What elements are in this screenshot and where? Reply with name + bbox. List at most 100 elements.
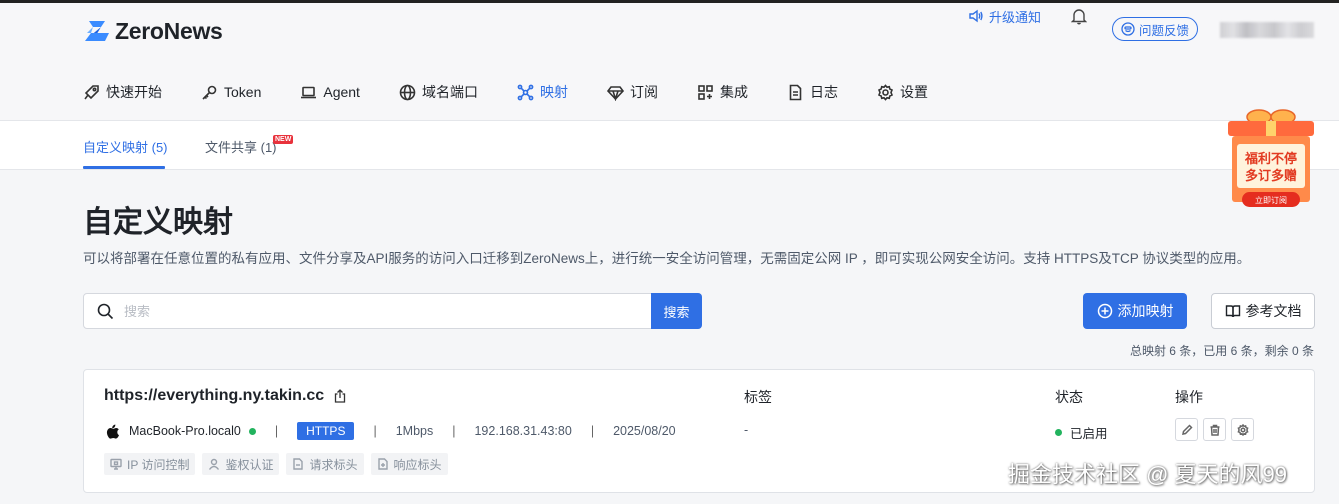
column-header-tags: 标签 [744,389,772,405]
file-icon [293,458,304,470]
mapping-url-text: https://everything.ny.takin.cc [104,387,325,404]
brand-logo[interactable]: ZeroNews [83,17,223,45]
upgrade-notice-label: 升级通知 [989,9,1042,25]
laptop-icon [301,86,317,98]
nav-item-label: 设置 [899,84,928,100]
mapping-meta-row: MacBook-Pro.local0 | HTTPS | 1Mbps | 192… [106,421,676,441]
main-nav: 快速开始 Token Agent 域名端口 映射 订阅 集成 日志 设置 [83,79,967,105]
key-icon [202,85,217,100]
gear-icon [877,83,893,101]
chip-label: 请求标头 [309,457,358,472]
chip-request-headers[interactable]: 请求标头 [286,453,364,475]
reference-docs-button[interactable]: 参考文档 [1211,293,1315,329]
promo-gift-banner[interactable]: 福利不停 多订多赠 立即订阅 [1226,108,1316,214]
feedback-button[interactable]: 问题反馈 [1112,17,1198,41]
nav-item-settings[interactable]: 设置 [877,82,928,102]
chip-auth[interactable]: 鉴权认证 [202,453,280,475]
add-mapping-label: 添加映射 [1117,303,1174,319]
column-header-status: 状态 [1055,389,1083,405]
promo-line2: 多订多赠 [1245,168,1297,184]
add-mapping-button[interactable]: 添加映射 [1083,293,1187,329]
user-account-blurred[interactable] [1220,22,1314,38]
smile-icon [1121,22,1135,36]
book-icon [1225,305,1240,318]
mapping-url[interactable]: https://everything.ny.takin.cc [104,387,347,405]
chip-response-headers[interactable]: 响应标头 [370,453,448,475]
promo-subscribe-button: 立即订阅 [1255,195,1287,205]
search-input[interactable] [124,294,644,328]
mapping-tags-value: - [744,423,749,437]
nav-item-agent[interactable]: Agent [300,84,360,101]
watermark-text: 掘金技术社区 @ 夏天的风99 [1008,462,1288,487]
gear-icon [1236,423,1249,436]
protocol-badge: HTTPS [297,422,355,440]
separator: | [590,424,595,438]
new-badge: NEW [273,135,294,144]
tab-file-share[interactable]: 文件共享 (1) [205,137,277,156]
nav-item-logs[interactable]: 日志 [787,82,838,102]
upgrade-notice-link[interactable]: 升级通知 [968,3,1041,29]
file-icon [377,458,388,470]
speaker-icon [969,9,983,23]
created-date: 2025/08/20 [613,424,676,438]
tab-custom-mapping[interactable]: 自定义映射 (5) [83,137,168,156]
mapping-feature-chips: IP 访问控制 鉴权认证 请求标头 响应标头 [104,453,455,475]
bell-icon[interactable] [1071,7,1087,25]
search-button[interactable]: 搜索 [651,293,702,329]
apple-icon [106,423,119,439]
grid-icon [698,84,713,100]
chip-ip-access-control[interactable]: IP 访问控制 [104,453,196,475]
target-address: 192.168.31.43:80 [474,424,572,438]
search-box [83,293,702,329]
rocket-icon [84,84,99,99]
chip-label: IP 访问控制 [127,457,190,472]
nav-item-domain-port[interactable]: 域名端口 [399,82,478,102]
zeronews-logo-icon [85,21,109,41]
agent-device-name[interactable]: MacBook-Pro.local0 [129,424,241,438]
chip-label: 响应标头 [393,457,442,472]
page-title: 自定义映射 [83,206,233,239]
reference-docs-label: 参考文档 [1245,303,1302,319]
nav-item-mapping[interactable]: 映射 [517,82,568,102]
nav-item-integration[interactable]: 集成 [697,82,748,102]
network-icon [517,84,534,100]
pencil-icon [1181,423,1193,435]
nav-item-quickstart[interactable]: 快速开始 [83,82,162,102]
monitor-lock-icon [110,458,122,470]
top-header: ZeroNews 升级通知 问题反馈 快速开始 Token Agent 域名端口… [0,3,1339,121]
delete-button[interactable] [1203,418,1226,441]
nav-item-subscription[interactable]: 订阅 [606,82,658,102]
nav-item-label: 快速开始 [106,84,162,100]
promo-line1: 福利不停 [1244,151,1297,167]
nav-item-label: Agent [323,84,360,100]
separator: | [274,424,279,438]
online-indicator [248,427,256,435]
chip-label: 鉴权认证 [225,457,274,472]
separator: | [452,424,456,438]
search-icon [97,303,114,320]
nav-item-label: Token [224,84,262,100]
feedback-label: 问题反馈 [1138,23,1189,38]
settings-button[interactable] [1231,418,1254,441]
column-header-ops: 操作 [1175,389,1203,405]
nav-item-label: 集成 [719,84,748,100]
active-tab-indicator [83,166,165,169]
globe-icon [399,84,416,100]
share-icon[interactable] [333,389,347,403]
status-label: 已启用 [1070,427,1108,441]
plus-circle-icon [1097,303,1112,319]
page-description: 可以将部署在任意位置的私有应用、文件分享及API服务的访问入口迁移到ZeroNe… [83,251,1251,266]
mapping-quota-summary: 总映射 6 条，已用 6 条，剩余 0 条 [1129,344,1314,358]
document-icon [789,84,802,100]
nav-item-label: 订阅 [629,84,658,100]
bandwidth-value: 1Mbps [395,424,434,438]
nav-item-token[interactable]: Token [201,84,261,101]
status-enabled-dot [1055,429,1062,436]
nav-item-label: 映射 [539,84,568,100]
nav-item-label: 日志 [809,84,838,100]
diamond-icon [606,85,624,101]
trash-icon [1210,424,1219,436]
mapping-actions [1175,418,1259,441]
edit-button[interactable] [1175,418,1198,441]
brand-name: ZeroNews [115,17,223,44]
